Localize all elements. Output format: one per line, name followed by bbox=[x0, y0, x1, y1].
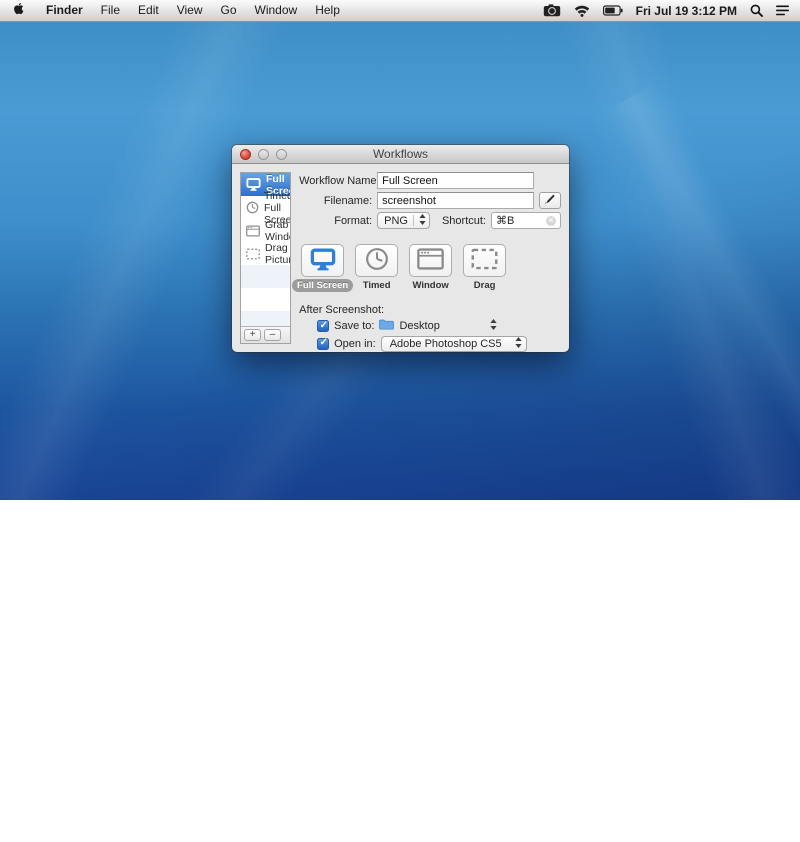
shortcut-value: ⌘B bbox=[496, 214, 514, 227]
spotlight-icon[interactable] bbox=[750, 4, 763, 17]
menu-window[interactable]: Window bbox=[246, 0, 307, 21]
filename-input[interactable] bbox=[377, 192, 534, 209]
workflow-name-input[interactable] bbox=[377, 172, 534, 189]
empty-row bbox=[241, 311, 290, 326]
clock-icon bbox=[365, 247, 389, 274]
clear-shortcut-icon[interactable]: ✕ bbox=[546, 216, 556, 226]
format-value: PNG bbox=[384, 215, 408, 227]
workflow-name-label: Workflow Name: bbox=[299, 175, 377, 187]
title-bar[interactable]: Workflows bbox=[232, 145, 569, 164]
shortcut-label: Shortcut: bbox=[430, 215, 491, 227]
format-label: Format: bbox=[299, 215, 377, 227]
menu-view[interactable]: View bbox=[168, 0, 212, 21]
menu-bar: Finder File Edit View Go Window Help Fri… bbox=[0, 0, 800, 22]
folder-icon bbox=[379, 319, 394, 333]
brush-icon bbox=[544, 193, 556, 208]
empty-row bbox=[241, 265, 290, 288]
menu-go[interactable]: Go bbox=[212, 0, 246, 21]
wifi-icon[interactable] bbox=[574, 5, 590, 17]
after-screenshot-title: After Screenshot: bbox=[299, 304, 561, 316]
zoom-button bbox=[276, 149, 287, 160]
sidebar-item-timed-full-screen[interactable]: Timed Full Screen bbox=[241, 196, 290, 219]
drag-icon bbox=[246, 247, 260, 261]
capture-drag-button[interactable]: Drag bbox=[463, 244, 506, 292]
add-workflow-button[interactable]: + bbox=[244, 329, 261, 341]
filename-label: Filename: bbox=[299, 195, 377, 207]
remove-workflow-button[interactable]: – bbox=[264, 329, 281, 341]
workflows-window: Workflows Full Screen Timed bbox=[232, 145, 569, 352]
open-in-row: Open in: Adobe Photoshop CS5 bbox=[317, 336, 561, 351]
sidebar-footer: + – bbox=[241, 326, 290, 343]
camera-icon[interactable] bbox=[543, 4, 561, 17]
close-button[interactable] bbox=[240, 149, 251, 160]
drag-icon bbox=[471, 248, 498, 273]
menu-clock[interactable]: Fri Jul 19 3:12 PM bbox=[636, 4, 737, 18]
menu-edit[interactable]: Edit bbox=[129, 0, 168, 21]
capture-full-screen-button[interactable]: Full Screen bbox=[301, 244, 344, 292]
display-icon bbox=[246, 178, 261, 192]
apple-menu[interactable] bbox=[14, 3, 27, 18]
minimize-button bbox=[258, 149, 269, 160]
capture-window-button[interactable]: Window bbox=[409, 244, 452, 292]
open-in-checkbox[interactable] bbox=[317, 338, 329, 350]
battery-icon[interactable] bbox=[603, 5, 623, 16]
open-in-value: Adobe Photoshop CS5 bbox=[390, 338, 502, 350]
filename-token-button[interactable] bbox=[539, 192, 561, 209]
stepper-arrows-icon bbox=[419, 214, 426, 228]
sidebar-item-grab-a-window[interactable]: Grab a Window bbox=[241, 219, 290, 242]
open-in-label: Open in: bbox=[334, 338, 376, 350]
save-to-label: Save to: bbox=[334, 320, 374, 332]
workflow-list: Full Screen Timed Full Screen Grab a Win… bbox=[241, 173, 290, 326]
capture-button-label: Drag bbox=[469, 279, 501, 292]
sidebar-item-label: Grab a Window bbox=[265, 219, 290, 243]
list-icon[interactable] bbox=[776, 5, 790, 16]
display-icon bbox=[310, 248, 336, 274]
capture-type-row: Full Screen Timed bbox=[299, 244, 561, 292]
save-to-popup[interactable]: Desktop bbox=[379, 319, 497, 333]
clock-icon bbox=[246, 201, 259, 215]
sidebar-item-drag-a-picture[interactable]: Drag a Picture bbox=[241, 242, 290, 265]
format-popup[interactable]: PNG bbox=[377, 212, 430, 229]
window-icon bbox=[417, 248, 444, 273]
save-to-checkbox[interactable] bbox=[317, 320, 329, 332]
capture-button-label: Window bbox=[407, 279, 453, 292]
stepper-arrows-icon bbox=[490, 319, 497, 333]
open-in-popup[interactable]: Adobe Photoshop CS5 bbox=[381, 336, 527, 352]
workflow-sidebar: Full Screen Timed Full Screen Grab a Win… bbox=[240, 172, 291, 344]
save-to-value: Desktop bbox=[399, 320, 439, 332]
workflow-detail-panel: Workflow Name: Filename: Format: PNG bbox=[299, 172, 561, 344]
menu-finder[interactable]: Finder bbox=[37, 0, 92, 21]
capture-button-label: Full Screen bbox=[292, 279, 353, 292]
menu-help[interactable]: Help bbox=[306, 0, 349, 21]
capture-button-label: Timed bbox=[358, 279, 396, 292]
shortcut-field[interactable]: ⌘B ✕ bbox=[491, 212, 561, 229]
window-icon bbox=[246, 224, 260, 238]
menu-file[interactable]: File bbox=[92, 0, 129, 21]
sidebar-item-label: Drag a Picture bbox=[265, 242, 290, 266]
save-to-row: Save to: Desktop bbox=[317, 319, 561, 333]
capture-timed-button[interactable]: Timed bbox=[355, 244, 398, 292]
stepper-arrows-icon bbox=[515, 337, 522, 351]
empty-row bbox=[241, 288, 290, 311]
